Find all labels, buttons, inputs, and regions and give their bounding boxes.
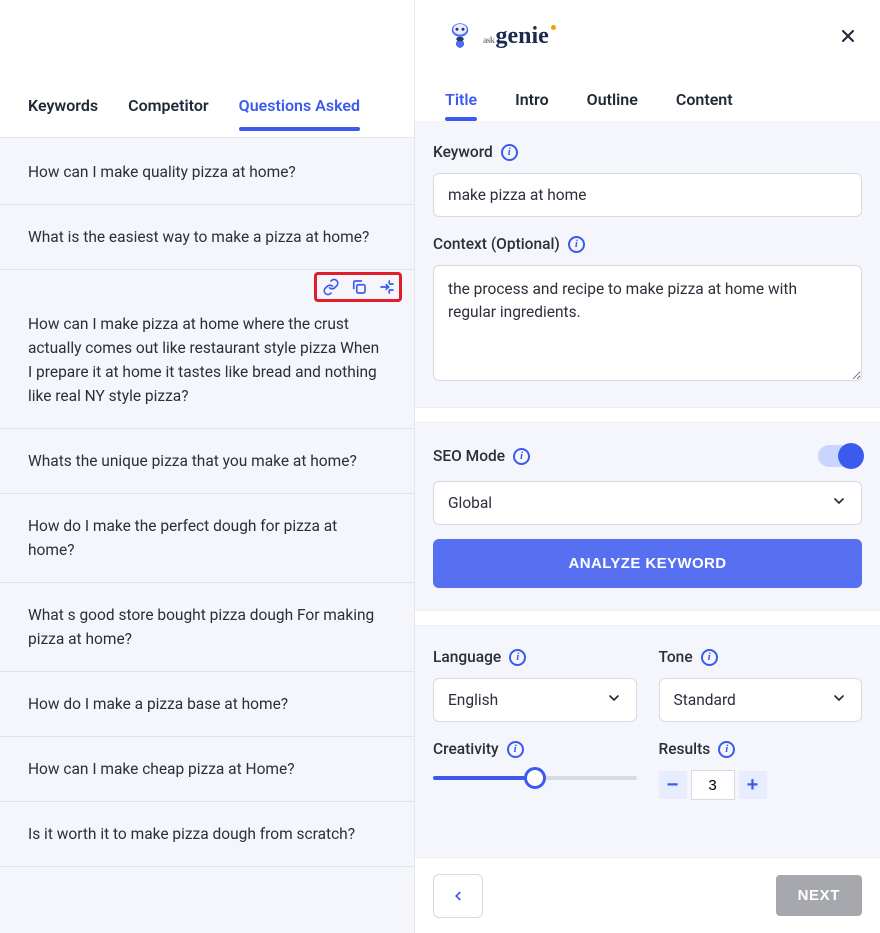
item-action-icons xyxy=(322,278,396,296)
context-input[interactable] xyxy=(433,265,862,381)
info-icon[interactable]: i xyxy=(507,741,524,758)
region-value: Global xyxy=(448,494,492,512)
left-tabs: Keywords Competitor Questions Asked xyxy=(0,72,414,138)
question-item[interactable]: How do I make the perfect dough for pizz… xyxy=(0,494,414,583)
info-icon[interactable]: i xyxy=(718,741,735,758)
keyword-input[interactable] xyxy=(433,173,862,217)
link-icon[interactable] xyxy=(322,278,340,296)
results-stepper: − + xyxy=(659,770,863,800)
copy-icon[interactable] xyxy=(350,278,368,296)
creativity-label: Creativity i xyxy=(433,740,637,758)
language-select[interactable]: English xyxy=(433,678,637,722)
increment-button[interactable]: + xyxy=(739,771,767,799)
context-label: Context (Optional) i xyxy=(433,235,862,253)
language-value: English xyxy=(448,691,498,709)
left-panel: Keywords Competitor Questions Asked How … xyxy=(0,0,415,933)
info-icon[interactable]: i xyxy=(509,649,526,666)
info-icon[interactable]: i xyxy=(701,649,718,666)
question-item[interactable]: How do I make a pizza base at home? xyxy=(0,672,414,737)
chevron-down-icon xyxy=(831,690,847,710)
right-panel: askgenie Title Intro Outline Content Key… xyxy=(415,0,880,933)
footer: NEXT xyxy=(415,857,880,933)
info-icon[interactable]: i xyxy=(501,144,518,161)
results-input[interactable] xyxy=(691,770,735,800)
back-button[interactable] xyxy=(433,874,483,918)
insert-icon[interactable] xyxy=(378,278,396,296)
question-item[interactable]: How can I make cheap pizza at Home? xyxy=(0,737,414,802)
region-select[interactable]: Global xyxy=(433,481,862,525)
question-text: How can I make pizza at home where the c… xyxy=(28,315,379,405)
tab-intro[interactable]: Intro xyxy=(515,90,549,121)
question-item[interactable]: How can I make pizza at home where the c… xyxy=(0,270,414,429)
results-label: Results i xyxy=(659,740,863,758)
next-button[interactable]: NEXT xyxy=(776,875,862,916)
questions-list[interactable]: How can I make quality pizza at home? Wh… xyxy=(0,138,414,933)
tone-select[interactable]: Standard xyxy=(659,678,863,722)
seo-mode-toggle[interactable] xyxy=(818,445,862,467)
chevron-down-icon xyxy=(831,493,847,513)
decrement-button[interactable]: − xyxy=(659,771,687,799)
right-content: Keyword i Context (Optional) i SEO Mode … xyxy=(415,121,880,857)
tab-content[interactable]: Content xyxy=(676,90,733,121)
brand-logo-icon xyxy=(445,21,475,51)
question-item[interactable]: How can I make quality pizza at home? xyxy=(0,138,414,205)
language-label: Language i xyxy=(433,648,637,666)
keyword-label: Keyword i xyxy=(433,143,862,161)
question-item[interactable]: What s good store bought pizza dough For… xyxy=(0,583,414,672)
info-icon[interactable]: i xyxy=(513,448,530,465)
seo-mode-label: SEO Mode i xyxy=(433,447,530,465)
right-tabs: Title Intro Outline Content xyxy=(415,72,880,121)
left-header xyxy=(0,0,414,72)
tone-label: Tone i xyxy=(659,648,863,666)
right-header: askgenie xyxy=(415,0,880,72)
tab-questions-asked[interactable]: Questions Asked xyxy=(239,96,360,137)
tab-title[interactable]: Title xyxy=(445,90,477,121)
tab-competitor[interactable]: Competitor xyxy=(128,96,209,137)
question-item[interactable]: Whats the unique pizza that you make at … xyxy=(0,429,414,494)
tone-value: Standard xyxy=(674,691,736,709)
close-icon[interactable] xyxy=(838,26,858,46)
question-item[interactable]: Is it worth it to make pizza dough from … xyxy=(0,802,414,867)
question-item[interactable]: What is the easiest way to make a pizza … xyxy=(0,205,414,270)
chevron-down-icon xyxy=(606,690,622,710)
section-divider xyxy=(415,610,880,626)
slider-thumb[interactable] xyxy=(524,767,546,789)
brand-text: askgenie xyxy=(483,23,556,50)
info-icon[interactable]: i xyxy=(568,236,585,253)
brand: askgenie xyxy=(445,21,556,51)
tab-keywords[interactable]: Keywords xyxy=(28,96,98,137)
analyze-keyword-button[interactable]: ANALYZE KEYWORD xyxy=(433,539,862,588)
section-divider xyxy=(415,407,880,423)
creativity-slider[interactable] xyxy=(433,770,637,780)
tab-outline[interactable]: Outline xyxy=(587,90,638,121)
